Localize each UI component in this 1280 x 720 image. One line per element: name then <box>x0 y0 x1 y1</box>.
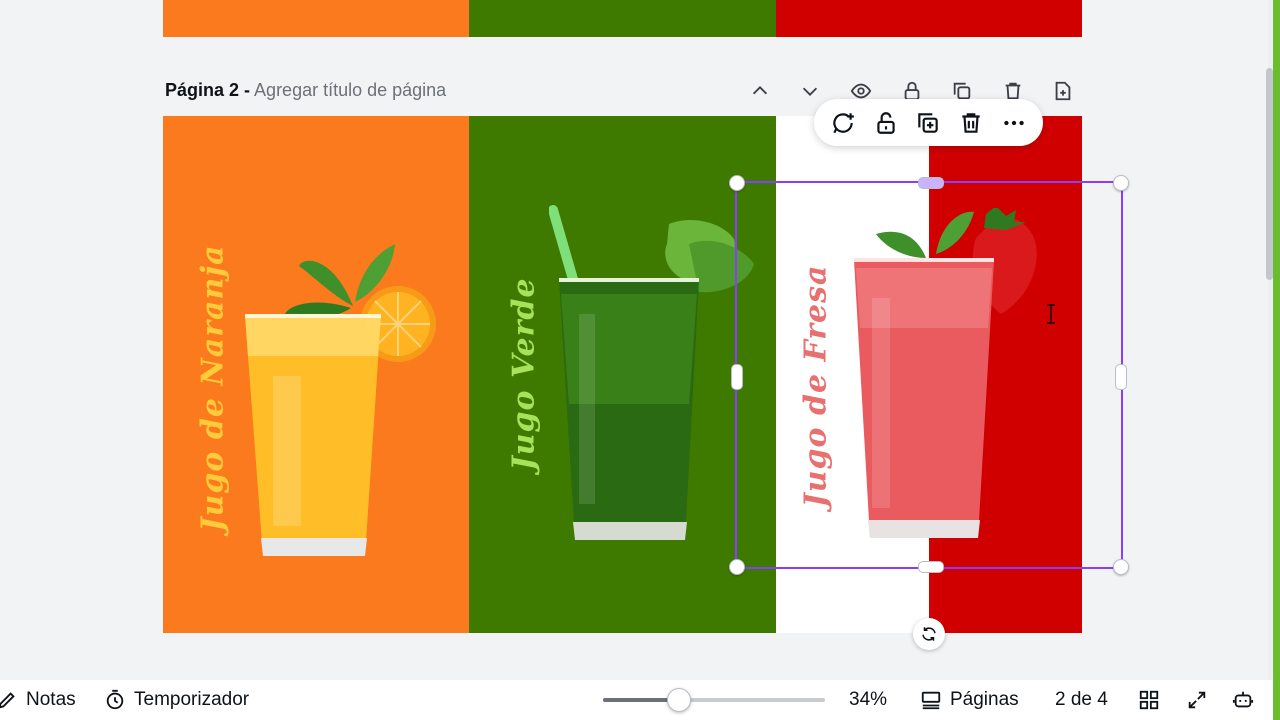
pages-label: Páginas <box>950 689 1019 710</box>
rotate-handle[interactable] <box>913 618 945 650</box>
lock-icon[interactable] <box>870 107 902 139</box>
pencil-icon <box>0 692 15 709</box>
duplicate-icon[interactable] <box>912 107 944 139</box>
notes-button[interactable]: Notas <box>0 686 76 714</box>
label-orange-juice[interactable]: Jugo de Naranja <box>196 244 231 531</box>
pages-button[interactable]: Páginas <box>920 686 1019 714</box>
rotate-icon <box>922 627 936 641</box>
page-counter-label: 2 de 4 <box>1055 689 1108 710</box>
timer-label: Temporizador <box>134 689 250 710</box>
zoom-slider-thumb[interactable] <box>667 688 691 712</box>
vertical-scrollbar[interactable] <box>1266 68 1273 280</box>
panel-orange-juice[interactable]: Jugo de Naranja <box>163 116 470 633</box>
panel-green-juice[interactable]: Jugo Verde <box>469 116 776 633</box>
page-number-label: Página 2 - <box>165 80 251 100</box>
resize-handle-top-left[interactable] <box>729 175 745 191</box>
prev-panel-orange <box>163 0 470 37</box>
timer-button[interactable]: Temporizador <box>104 686 249 714</box>
fullscreen-icon[interactable] <box>1186 686 1208 714</box>
zoom-value-label: 34% <box>849 689 888 710</box>
comment-add-icon[interactable] <box>827 107 859 139</box>
chevron-down-icon[interactable] <box>797 78 823 104</box>
text-cursor-icon <box>1047 304 1055 324</box>
previous-page-preview[interactable] <box>163 0 1082 37</box>
resize-handle-bottom-right[interactable] <box>1113 559 1129 575</box>
resize-handle-top-right[interactable] <box>1113 175 1129 191</box>
prev-panel-red <box>775 0 1082 37</box>
pages-icon <box>921 691 941 710</box>
window-edge-accent <box>1273 0 1280 720</box>
notes-label: Notas <box>26 689 76 710</box>
add-page-icon[interactable] <box>1050 78 1076 104</box>
page-header: Página 2 - Agregar título de página <box>165 80 446 102</box>
assistant-robot-icon[interactable] <box>1232 686 1254 714</box>
orange-juice-image[interactable] <box>233 236 443 566</box>
resize-handle-bottom[interactable] <box>918 561 944 573</box>
page-title-input[interactable]: Agregar título de página <box>254 80 446 100</box>
resize-handle-right[interactable] <box>1115 364 1127 390</box>
resize-handle-top[interactable] <box>918 177 944 189</box>
canvas-workspace[interactable]: Página 2 - Agregar título de página Jugo… <box>0 0 1268 680</box>
selection-frame[interactable] <box>729 175 1129 575</box>
zoom-percentage[interactable]: 34% <box>849 686 887 714</box>
more-icon[interactable] <box>998 107 1030 139</box>
label-green-juice[interactable]: Jugo Verde <box>507 278 542 471</box>
chevron-up-icon[interactable] <box>747 78 773 104</box>
resize-handle-bottom-left[interactable] <box>729 559 745 575</box>
page-counter: 2 de 4 <box>1055 686 1108 714</box>
resize-handle-left[interactable] <box>731 364 743 390</box>
prev-panel-green <box>469 0 776 37</box>
bottom-status-bar: Notas Temporizador 34% Páginas 2 de 4 <box>0 680 1273 720</box>
trash-icon[interactable] <box>955 107 987 139</box>
zoom-slider[interactable] <box>603 688 825 712</box>
timer-icon <box>106 689 124 710</box>
grid-view-icon[interactable] <box>1138 686 1160 714</box>
element-floating-toolbar <box>814 99 1043 146</box>
